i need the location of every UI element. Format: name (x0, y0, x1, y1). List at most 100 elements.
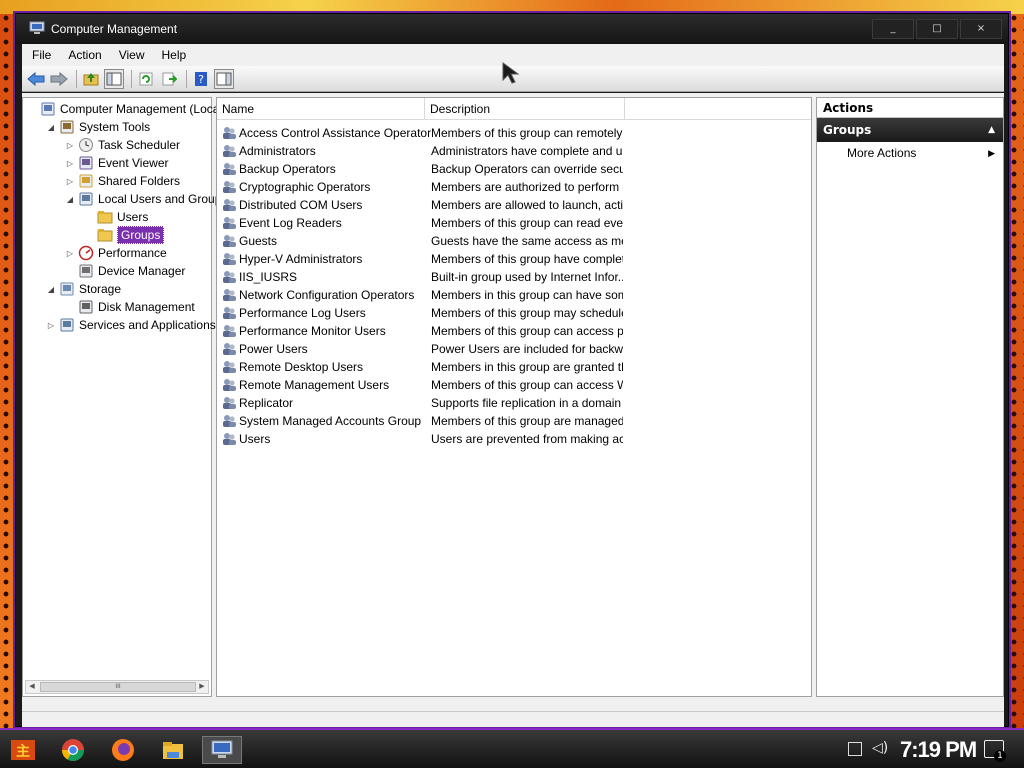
menu-action[interactable]: Action (68, 48, 101, 62)
table-row[interactable]: Hyper-V Administrators Members of this gr… (221, 250, 623, 268)
menu-help[interactable]: Help (162, 48, 187, 62)
tray-volume-icon[interactable]: ◁) (872, 740, 888, 756)
file-explorer-taskbar-button[interactable] (158, 736, 188, 764)
table-row[interactable]: Event Log Readers Members of this group c… (221, 214, 623, 232)
table-row[interactable]: Replicator Supports file replication in a… (221, 394, 623, 412)
table-row[interactable]: Administrators Administrators have comple… (221, 142, 623, 160)
up-one-level-button[interactable] (81, 69, 101, 89)
group-description: Members of this group are managed ... (431, 414, 623, 428)
group-name: Performance Log Users (239, 306, 366, 320)
toolbar-separator (131, 69, 132, 88)
computer-management-taskbar-button[interactable] (202, 736, 242, 764)
group-icon (223, 343, 236, 355)
table-row[interactable]: Access Control Assistance Operators Membe… (221, 124, 623, 142)
expand-arrow-icon[interactable]: ▷ (65, 159, 75, 168)
tree-item[interactable]: ▷ Services and Applications (46, 316, 216, 334)
tree-item[interactable]: Disk Management (65, 298, 195, 316)
tree-item-label: Disk Management (98, 300, 195, 314)
title-bar[interactable]: Computer Management _ □ × (16, 14, 1008, 44)
tree-item-label: Computer Management (Local) (60, 102, 227, 116)
minimize-button[interactable]: _ (872, 19, 914, 39)
tray-network-icon[interactable] (848, 742, 862, 756)
tree-item[interactable]: ▷ Task Scheduler (65, 136, 180, 154)
back-button[interactable] (26, 69, 46, 89)
menu-file[interactable]: File (32, 48, 51, 62)
group-name: Distributed COM Users (239, 198, 363, 212)
table-row[interactable]: Backup Operators Backup Operators can ove… (221, 160, 623, 178)
tree-item-label: Event Viewer (98, 156, 169, 170)
taskbar-clock[interactable]: 7:19 PM (900, 737, 977, 763)
close-button[interactable]: × (960, 19, 1002, 39)
scroll-right-icon[interactable]: ▶ (196, 682, 208, 693)
export-list-button[interactable] (159, 69, 179, 89)
actions-section-groups[interactable]: Groups ▲ (817, 118, 1003, 142)
collapse-arrow-icon[interactable]: ◢ (46, 285, 56, 294)
show-hide-tree-button[interactable] (104, 68, 124, 89)
group-name: Access Control Assistance Operators (239, 126, 431, 140)
group-icon (223, 415, 236, 427)
tree-item-label: Users (117, 210, 149, 224)
tree-item[interactable]: Users (84, 208, 148, 226)
table-row[interactable]: Performance Log Users Members of this gro… (221, 304, 623, 322)
start-button[interactable]: 主 (8, 736, 38, 764)
table-row[interactable]: Remote Desktop Users Members in this grou… (221, 358, 623, 376)
table-row[interactable]: Performance Monitor Users Members of this… (221, 322, 623, 340)
table-row[interactable]: IIS_IUSRS Built-in group used by Internet… (221, 268, 623, 286)
tree-item[interactable]: Device Manager (65, 262, 185, 280)
table-row[interactable]: Distributed COM Users Members are allowed… (221, 196, 623, 214)
table-row[interactable]: Guests Guests have the same access as me.… (221, 232, 623, 250)
expand-arrow-icon[interactable]: ▷ (65, 177, 75, 186)
expand-arrow-icon[interactable]: ▷ (65, 141, 75, 150)
tree-item[interactable]: ◢ System Tools (46, 118, 150, 136)
storage-icon (60, 282, 74, 296)
scroll-thumb[interactable]: III (40, 682, 196, 692)
table-row[interactable]: Network Configuration Operators Members i… (221, 286, 623, 304)
expand-arrow-icon[interactable]: ▷ (65, 249, 75, 258)
group-description: Members in this group can have som... (431, 288, 623, 302)
tree-item-label: Performance (98, 246, 167, 260)
chrome-taskbar-button[interactable] (58, 736, 88, 764)
refresh-button[interactable] (136, 69, 156, 89)
more-actions-item[interactable]: More Actions ▶ (817, 142, 1003, 164)
show-hide-action-pane-button[interactable] (214, 68, 234, 89)
tree-item[interactable]: Groups (84, 226, 165, 244)
actions-section-label: Groups (823, 123, 872, 137)
status-bar (22, 711, 1004, 727)
shared-folders-icon (79, 174, 93, 188)
table-row[interactable]: Power Users Power Users are included for … (221, 340, 623, 358)
collapse-arrow-icon[interactable]: ◢ (46, 123, 56, 132)
services-applications-icon (60, 318, 74, 332)
toolbar-separator (186, 69, 187, 88)
group-name: Cryptographic Operators (239, 180, 371, 194)
table-row[interactable]: Users Users are prevented from making ac.… (221, 430, 623, 448)
expand-arrow-icon[interactable]: ▷ (46, 321, 56, 330)
table-row[interactable]: Remote Management Users Members of this g… (221, 376, 623, 394)
collapse-up-icon[interactable]: ▲ (988, 118, 995, 142)
table-row[interactable]: Cryptographic Operators Members are autho… (221, 178, 623, 196)
group-description: Guests have the same access as me... (431, 234, 623, 248)
table-row[interactable]: System Managed Accounts Group Members of … (221, 412, 623, 430)
tree-item[interactable]: ◢ Local Users and Groups (65, 190, 227, 208)
tree-item[interactable]: ▷ Performance (65, 244, 167, 262)
tree-item-label: Groups (117, 226, 165, 244)
group-description: Power Users are included for backw... (431, 342, 623, 356)
collapse-arrow-icon[interactable]: ◢ (65, 195, 75, 204)
group-name: IIS_IUSRS (239, 270, 298, 284)
tree-item[interactable]: Computer Management (Local) (27, 100, 226, 118)
menu-view[interactable]: View (119, 48, 145, 62)
maximize-button[interactable]: □ (916, 19, 958, 39)
tree-item[interactable]: ◢ Storage (46, 280, 121, 298)
column-header-name[interactable]: Name (217, 98, 425, 120)
firefox-taskbar-button[interactable] (108, 736, 138, 764)
tree-horizontal-scrollbar[interactable]: ◀ III ▶ (25, 680, 209, 694)
column-header-description[interactable]: Description (425, 98, 625, 120)
forward-button[interactable] (49, 69, 69, 89)
group-name: Guests (239, 234, 278, 248)
group-description: Members of this group can access pe... (431, 324, 623, 338)
scroll-left-icon[interactable]: ◀ (26, 682, 38, 693)
group-icon (223, 379, 236, 391)
group-name: System Managed Accounts Group (239, 414, 422, 428)
tree-item[interactable]: ▷ Event Viewer (65, 154, 169, 172)
help-button[interactable]: ? (191, 69, 211, 89)
tree-item[interactable]: ▷ Shared Folders (65, 172, 180, 190)
